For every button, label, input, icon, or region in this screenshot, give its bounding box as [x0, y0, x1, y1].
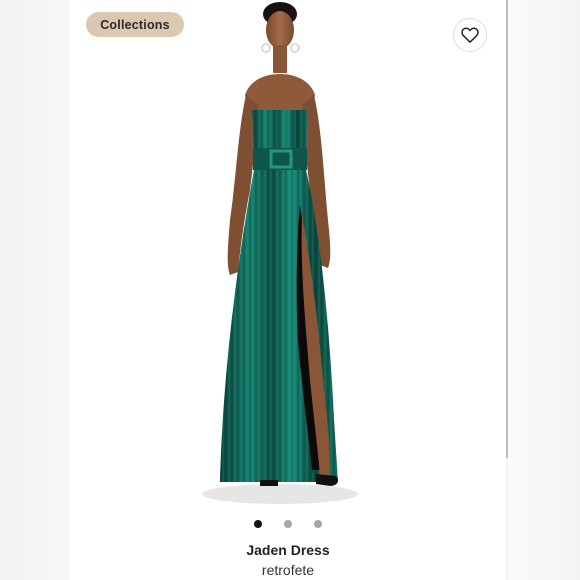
favorite-button[interactable] — [453, 18, 487, 52]
collections-button[interactable]: Collections — [86, 12, 184, 37]
collections-label: Collections — [100, 17, 170, 32]
carousel-dot-2[interactable] — [284, 520, 292, 528]
product-image[interactable] — [180, 0, 400, 510]
product-name[interactable]: Jaden Dress — [70, 542, 506, 558]
heart-outline-icon — [461, 27, 479, 43]
background-right — [508, 0, 580, 580]
carousel-indicators — [70, 520, 506, 530]
carousel-dot-1[interactable] — [254, 520, 262, 528]
brand-name[interactable]: retrofete — [70, 562, 506, 578]
background-left — [0, 0, 70, 580]
scrollbar[interactable] — [506, 0, 508, 458]
carousel-dot-3[interactable] — [314, 520, 322, 528]
product-card: Collections Jaden Dress retrofete — [70, 0, 506, 580]
